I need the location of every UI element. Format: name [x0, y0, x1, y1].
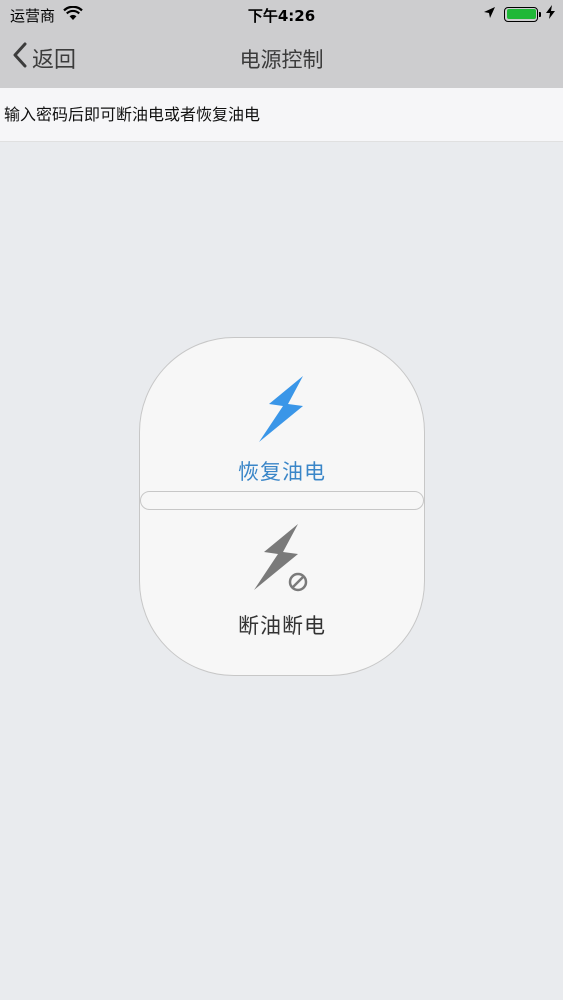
page-title: 电源控制 — [239, 48, 324, 72]
status-right — [483, 5, 555, 23]
lightning-blocked-icon — [254, 522, 310, 598]
cut-power-button[interactable]: 断油断电 — [140, 510, 424, 675]
battery-icon — [504, 6, 541, 22]
status-bar: 运营商 下午4:26 — [0, 0, 563, 30]
divider — [140, 491, 424, 510]
restore-power-button[interactable]: 恢复油电 — [140, 338, 424, 490]
hint-text: 输入密码后即可断油电或者恢复油电 — [0, 88, 563, 142]
restore-power-label: 恢复油电 — [238, 460, 326, 484]
power-control: 恢复油电 断油断电 — [139, 337, 425, 676]
screen: 运营商 下午4:26 返回 电源控制 输入密码后即可断油电或者恢复油电 恢复油电… — [0, 0, 563, 1000]
nav-bar: 返回 电源控制 — [0, 30, 563, 88]
status-time: 下午4:26 — [247, 7, 316, 25]
location-icon — [483, 5, 496, 23]
charging-icon — [546, 5, 555, 23]
lightning-icon — [255, 374, 309, 448]
cut-power-label: 断油断电 — [238, 614, 326, 638]
battery-fill — [506, 9, 536, 19]
battery-cap — [538, 11, 541, 17]
